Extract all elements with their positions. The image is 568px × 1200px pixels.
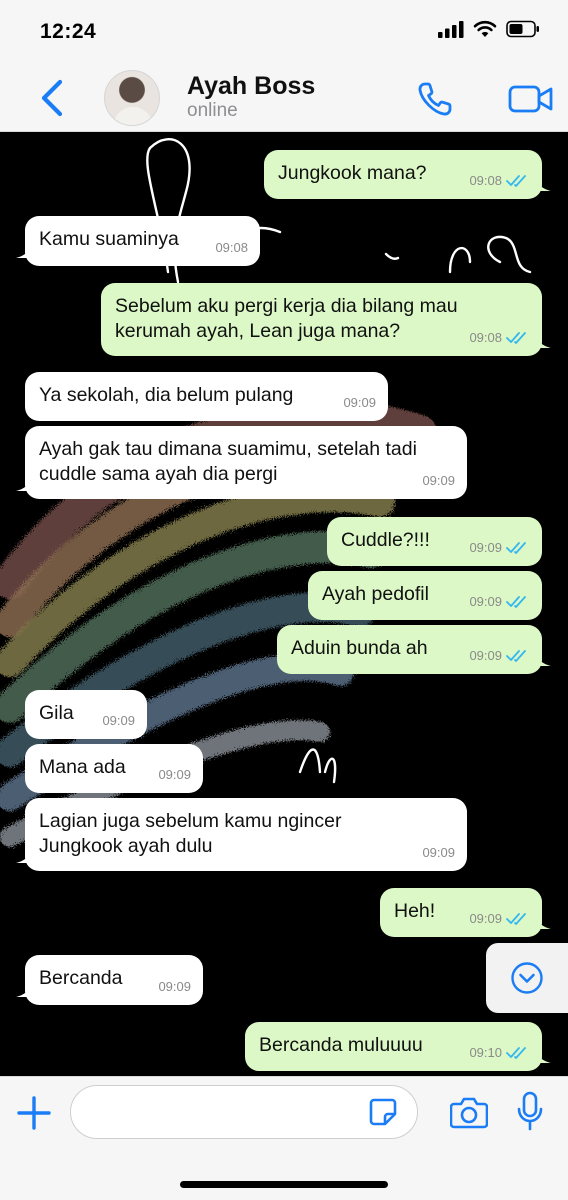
message-time: 09:09 <box>158 979 191 994</box>
message-time: 09:10 <box>469 1045 502 1060</box>
message-bubble-outgoing[interactable]: Sebelum aku pergi kerja dia bilang mau k… <box>101 283 551 356</box>
message-text: Bercanda <box>39 967 123 989</box>
message-text: Lagian juga sebelum kamu ngincer Jungkoo… <box>39 810 342 857</box>
message-bubble-incoming[interactable]: Mana ada 09:09 <box>25 744 203 793</box>
message-meta: 09:10 <box>469 1040 530 1065</box>
message-meta: 09:09 <box>469 906 530 931</box>
message-meta: 09:09 <box>158 762 191 787</box>
read-receipt-icon <box>506 912 526 925</box>
message-text: Ayah pedofil <box>322 583 429 605</box>
message-bubble-incoming[interactable]: Kamu suaminya 09:08 <box>16 216 260 266</box>
message-bubble-outgoing[interactable]: Ayah pedofil 09:09 <box>308 571 542 620</box>
message-time: 09:09 <box>158 767 191 782</box>
plus-icon[interactable] <box>16 1095 52 1131</box>
status-icons <box>438 20 540 38</box>
message-bubble-outgoing[interactable]: Bercanda muluuuu 09:10 <box>245 1022 551 1071</box>
message-text: Heh! <box>394 900 436 922</box>
sticker-icon[interactable] <box>368 1097 398 1127</box>
cellular-signal-icon <box>438 21 464 38</box>
chevron-left-icon[interactable] <box>36 76 70 120</box>
message-time: 09:08 <box>215 240 248 255</box>
message-time: 09:09 <box>469 540 502 555</box>
chevron-down-circle-icon <box>511 962 543 994</box>
message-bubble-incoming[interactable]: Ayah gak tau dimana suamimu, setelah tad… <box>16 426 467 499</box>
message-bubble-outgoing[interactable]: Jungkook mana? 09:08 <box>264 150 551 199</box>
message-text: Kamu suaminya <box>39 228 179 250</box>
video-camera-icon[interactable] <box>508 84 554 114</box>
read-receipt-icon <box>506 649 526 662</box>
message-meta: 09:09 <box>102 708 135 733</box>
message-time: 09:08 <box>469 173 502 188</box>
message-time: 09:09 <box>469 594 502 609</box>
message-bubble-outgoing[interactable]: Aduin bunda ah 09:09 <box>277 625 551 674</box>
compose-bar <box>0 1076 568 1200</box>
scroll-to-bottom-button[interactable] <box>486 943 568 1013</box>
message-input[interactable] <box>70 1085 418 1139</box>
message-bubble-outgoing[interactable]: Heh! 09:09 <box>380 888 551 937</box>
message-time: 09:09 <box>102 713 135 728</box>
phone-icon[interactable] <box>416 80 454 118</box>
message-time: 09:09 <box>343 395 376 410</box>
message-meta: 09:09 <box>343 390 376 415</box>
read-receipt-icon <box>506 1046 526 1059</box>
chat-header: 12:24 Ayah Boss online <box>0 0 568 132</box>
read-receipt-icon <box>506 541 526 554</box>
message-time: 09:09 <box>469 911 502 926</box>
message-meta: 09:09 <box>158 974 191 999</box>
message-text: Bercanda muluuuu <box>259 1034 423 1056</box>
message-meta: 09:08 <box>215 235 248 260</box>
message-text: Cuddle?!!! <box>341 529 430 551</box>
battery-icon <box>506 20 539 38</box>
message-text: Sebelum aku pergi kerja dia bilang mau k… <box>115 295 458 342</box>
message-meta: 09:08 <box>469 325 530 350</box>
message-text: Aduin bunda ah <box>291 637 428 659</box>
microphone-icon[interactable] <box>516 1091 544 1131</box>
message-meta: 09:09 <box>469 643 530 668</box>
home-indicator <box>180 1181 388 1188</box>
message-meta: 09:09 <box>469 589 530 614</box>
read-receipt-icon <box>506 331 526 344</box>
message-bubble-incoming[interactable]: Lagian juga sebelum kamu ngincer Jungkoo… <box>16 798 467 871</box>
message-meta: 09:08 <box>469 168 530 193</box>
message-bubble-incoming[interactable]: Ya sekolah, dia belum pulang 09:09 <box>25 372 388 421</box>
read-receipt-icon <box>506 595 526 608</box>
status-time: 12:24 <box>40 20 97 43</box>
contact-status: online <box>187 100 238 121</box>
message-meta: 09:09 <box>422 840 455 865</box>
message-list[interactable]: Jungkook mana? 09:08 Kamu suaminya 09:08… <box>0 132 568 1076</box>
message-time: 09:09 <box>422 473 455 488</box>
message-meta: 09:09 <box>422 468 455 493</box>
camera-icon[interactable] <box>450 1095 488 1129</box>
message-meta: 09:09 <box>469 535 530 560</box>
message-text: Ya sekolah, dia belum pulang <box>39 384 294 406</box>
wifi-icon <box>473 20 497 37</box>
message-bubble-outgoing[interactable]: Cuddle?!!! 09:09 <box>327 517 542 566</box>
message-text: Jungkook mana? <box>278 162 427 184</box>
message-bubble-incoming[interactable]: Bercanda 09:09 <box>16 955 203 1005</box>
message-time: 09:09 <box>469 648 502 663</box>
message-text: Mana ada <box>39 756 126 778</box>
read-receipt-icon <box>506 174 526 187</box>
contact-name[interactable]: Ayah Boss <box>187 72 315 101</box>
avatar[interactable] <box>104 70 160 126</box>
message-text: Gila <box>39 702 74 724</box>
message-time: 09:08 <box>469 330 502 345</box>
message-bubble-incoming[interactable]: Gila 09:09 <box>25 690 147 739</box>
message-time: 09:09 <box>422 845 455 860</box>
message-text: Ayah gak tau dimana suamimu, setelah tad… <box>39 438 417 485</box>
